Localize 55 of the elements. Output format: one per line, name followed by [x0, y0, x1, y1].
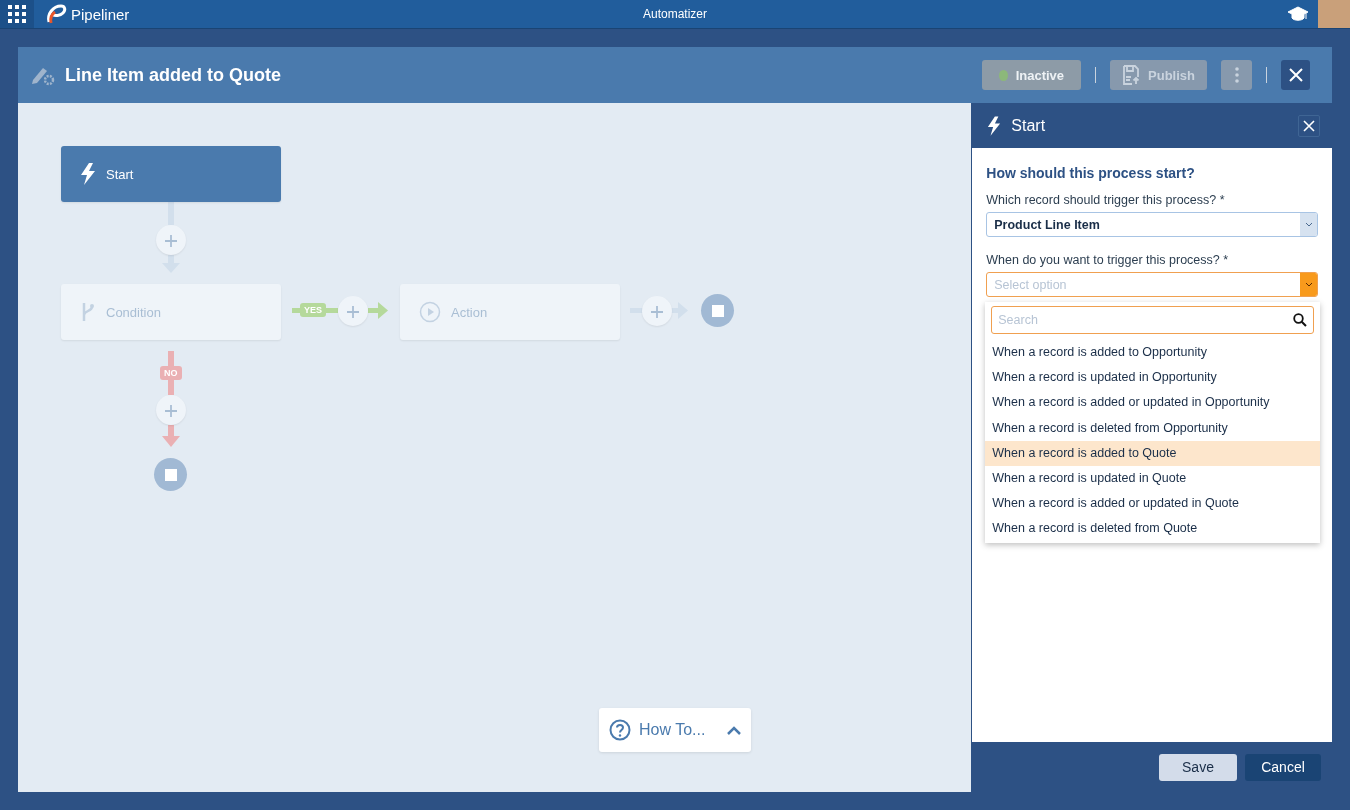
section-heading: How should this process start?: [986, 165, 1196, 181]
connector-arrow: [162, 202, 180, 273]
how-to-button[interactable]: How To...: [599, 708, 751, 752]
flow-node[interactable]: Start: [61, 146, 281, 202]
logo-icon: [45, 4, 67, 24]
dropdown-option[interactable]: When a record is added or updated in Quote: [985, 491, 1320, 517]
play-icon: [419, 301, 441, 323]
add-step-button[interactable]: [338, 296, 368, 326]
close-icon: [1288, 68, 1303, 82]
yes-label: YES: [300, 303, 326, 317]
end-node: [154, 458, 187, 491]
plus-icon: [651, 306, 663, 318]
plus-icon: [165, 235, 177, 247]
dropdown-option[interactable]: When a record is updated in Opportunity: [985, 365, 1320, 391]
lightning-icon: [80, 163, 96, 185]
chevron-up-icon: [727, 725, 741, 735]
field-label: When do you want to trigger this process? *: [986, 253, 1230, 267]
avatar[interactable]: [1318, 0, 1350, 28]
process-title: Line Item added to Quote: [65, 64, 281, 86]
add-step-button[interactable]: [642, 296, 672, 326]
graduation-cap-icon[interactable]: [1288, 6, 1308, 22]
more-icon: [1234, 67, 1239, 83]
cancel-button[interactable]: Cancel: [1245, 753, 1321, 781]
close-button[interactable]: [1281, 60, 1310, 90]
plus-icon: [165, 405, 177, 417]
add-step-button[interactable]: [156, 395, 186, 425]
dropdown-option[interactable]: When a record is deleted from Opportunity: [985, 415, 1320, 441]
close-icon: [1303, 119, 1315, 132]
save-button[interactable]: Save: [1159, 753, 1237, 781]
search-icon: [1293, 313, 1307, 327]
dropdown-option[interactable]: When a record is added to Quote: [985, 440, 1320, 466]
chevron-down-icon: [1304, 282, 1313, 287]
chevron-down-icon: [1304, 222, 1313, 227]
page-title: Automatizer: [643, 7, 707, 21]
apps-menu-button[interactable]: [0, 0, 34, 28]
more-options-button[interactable]: [1221, 60, 1252, 90]
grid-icon: [8, 5, 26, 23]
search-field[interactable]: Search: [991, 306, 1314, 334]
save-upload-icon: [1122, 65, 1141, 85]
dropdown-option[interactable]: When a record is updated in Quote: [985, 465, 1320, 492]
panel-title: Start: [1011, 116, 1046, 135]
app-name: Pipeliner: [71, 5, 130, 23]
dropdown-option[interactable]: When a record is deleted from Quote: [985, 516, 1320, 542]
dropdown-option[interactable]: When a record is added or updated in Opportunity: [985, 390, 1320, 416]
branch-icon: [80, 301, 96, 323]
close-button[interactable]: [1298, 114, 1320, 137]
add-step-button[interactable]: [156, 225, 186, 255]
plus-icon: [347, 306, 359, 318]
lightning-icon: [987, 115, 1002, 136]
dropdown-option[interactable]: When a record is added to Opportunity: [985, 340, 1320, 366]
help-icon: [609, 719, 631, 741]
no-label: NO: [160, 366, 182, 380]
field-label: Which record should trigger this process? *: [986, 193, 1226, 207]
record-select[interactable]: Product Line Item: [986, 212, 1318, 237]
end-node: [701, 294, 734, 327]
